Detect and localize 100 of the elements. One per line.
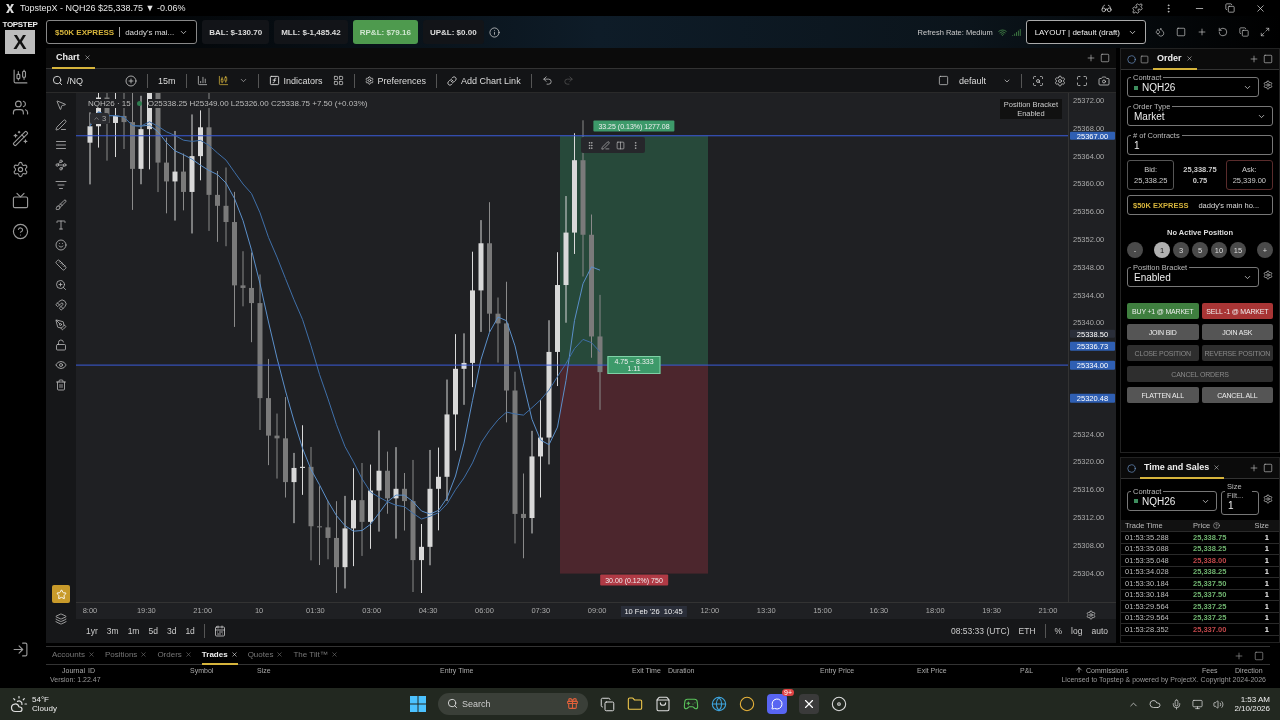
maximize-icon[interactable] [1254, 650, 1264, 661]
panel-tab[interactable]: Accounts [52, 646, 95, 665]
layout-icon[interactable] [938, 75, 949, 86]
indicators-button[interactable]: Indicators [268, 75, 323, 86]
range-button[interactable]: 3d [166, 626, 177, 636]
folder-icon[interactable] [627, 696, 643, 712]
close-icon[interactable] [1255, 2, 1266, 14]
symbol-search[interactable]: /NQ [52, 75, 83, 86]
logout-icon[interactable] [11, 641, 29, 658]
percent-button[interactable]: % [1054, 626, 1063, 636]
line-tool-icon[interactable] [55, 119, 67, 131]
volume-icon[interactable] [1213, 698, 1225, 710]
lines-icon[interactable] [55, 139, 67, 151]
favorites-button[interactable] [52, 585, 70, 603]
template-select[interactable]: default [959, 75, 1011, 86]
more-icon[interactable] [631, 140, 640, 150]
panel-tab[interactable]: Quotes [247, 646, 284, 665]
settings-icon[interactable] [1263, 493, 1273, 504]
layout-select[interactable]: LAYOUT | default (draft) [1025, 20, 1146, 44]
pointer-icon[interactable] [55, 99, 67, 111]
panel-tab[interactable]: Orders [157, 646, 192, 665]
undo-icon[interactable] [541, 75, 553, 86]
info-icon[interactable] [488, 26, 500, 38]
settings-icon[interactable] [1054, 74, 1066, 87]
auto-button[interactable]: auto [1091, 626, 1108, 636]
disc-icon[interactable] [831, 696, 847, 712]
add-symbol-icon[interactable] [125, 74, 137, 87]
text-tool-icon[interactable] [55, 219, 67, 231]
columns-icon[interactable] [616, 140, 625, 150]
sparkles-icon[interactable] [11, 130, 29, 147]
microphone-icon[interactable] [1171, 698, 1183, 710]
add-chart-link-button[interactable]: Add Chart Link [447, 75, 521, 86]
pen-tool-icon[interactable] [55, 319, 67, 331]
task-view-icon[interactable] [600, 696, 615, 712]
smile-icon[interactable] [55, 239, 67, 251]
settings-icon[interactable] [1263, 80, 1273, 90]
calendar-icon[interactable] [213, 625, 226, 637]
range-button[interactable]: 1m [127, 626, 140, 636]
layers-icon[interactable] [55, 613, 67, 625]
monitor-icon[interactable] [1192, 698, 1204, 710]
square-icon[interactable] [1176, 27, 1186, 37]
panel-tab[interactable]: Positions [104, 646, 148, 665]
add-icon[interactable] [1249, 54, 1259, 64]
settings-icon[interactable] [11, 161, 29, 178]
reset-icon[interactable] [1218, 27, 1228, 37]
trash-icon[interactable] [55, 379, 67, 391]
preferences-button[interactable]: Preferences [364, 75, 427, 86]
maximize-icon[interactable] [1263, 54, 1273, 64]
help-icon[interactable] [11, 223, 29, 240]
cloud-icon[interactable] [1149, 698, 1162, 710]
store-icon[interactable] [655, 696, 671, 712]
copy-icon[interactable] [1239, 27, 1249, 37]
close-icon[interactable] [1185, 54, 1193, 62]
settings-icon[interactable] [1086, 610, 1096, 620]
maximize-icon[interactable] [1263, 463, 1273, 473]
candlestick-icon[interactable] [11, 68, 29, 85]
range-button[interactable]: 5d [148, 626, 158, 636]
zoom-in-icon[interactable] [55, 279, 67, 291]
maximize-icon[interactable] [1100, 53, 1110, 63]
add-icon[interactable] [1249, 463, 1259, 473]
panel-tab[interactable]: Trades [201, 646, 238, 665]
range-button[interactable]: 3m [106, 626, 119, 636]
lock-icon[interactable] [55, 339, 67, 351]
camera-icon[interactable] [1098, 74, 1110, 87]
gamepad-icon[interactable] [683, 696, 699, 712]
add-icon[interactable] [1197, 27, 1207, 37]
log-button[interactable]: log [1071, 626, 1083, 636]
chevron-down-icon[interactable] [238, 76, 248, 85]
pen-icon[interactable] [601, 140, 610, 150]
chat-app-button[interactable] [767, 694, 787, 714]
add-icon[interactable] [1234, 650, 1244, 661]
candles-icon[interactable] [217, 75, 229, 86]
add-icon[interactable] [1086, 53, 1096, 63]
search-field[interactable]: Search [438, 693, 588, 715]
interval-button[interactable]: 15m [158, 75, 176, 86]
range-button[interactable]: 1yr [86, 626, 98, 636]
users-icon[interactable] [11, 99, 29, 116]
extensions-icon[interactable] [1132, 2, 1143, 14]
range-button[interactable]: 1d [185, 626, 195, 636]
weather-icon[interactable] [10, 695, 28, 713]
bars-icon[interactable] [196, 75, 208, 86]
templates-icon[interactable] [332, 75, 344, 86]
fullscreen-icon[interactable] [1260, 27, 1270, 37]
close-icon[interactable] [83, 53, 91, 61]
pattern-icon[interactable] [55, 159, 67, 171]
glasses-icon[interactable] [1101, 2, 1112, 14]
close-icon[interactable] [1213, 463, 1221, 471]
settings-icon[interactable] [1263, 270, 1273, 280]
app-button[interactable] [799, 694, 819, 714]
account-select[interactable]: $50K EXPRESS daddy's mai... [46, 20, 198, 44]
circle-icon[interactable] [739, 696, 755, 712]
session-button[interactable]: ETH [1018, 626, 1036, 636]
eye-icon[interactable] [55, 359, 67, 371]
panel-tab[interactable]: The Tilt™ [293, 646, 338, 665]
fullscreen-icon[interactable] [1076, 74, 1088, 87]
magnet-icon[interactable] [55, 299, 67, 311]
grip-icon[interactable] [586, 140, 595, 150]
restore-icon[interactable] [1225, 3, 1235, 13]
tv-icon[interactable] [11, 192, 29, 209]
start-button[interactable] [410, 696, 426, 712]
